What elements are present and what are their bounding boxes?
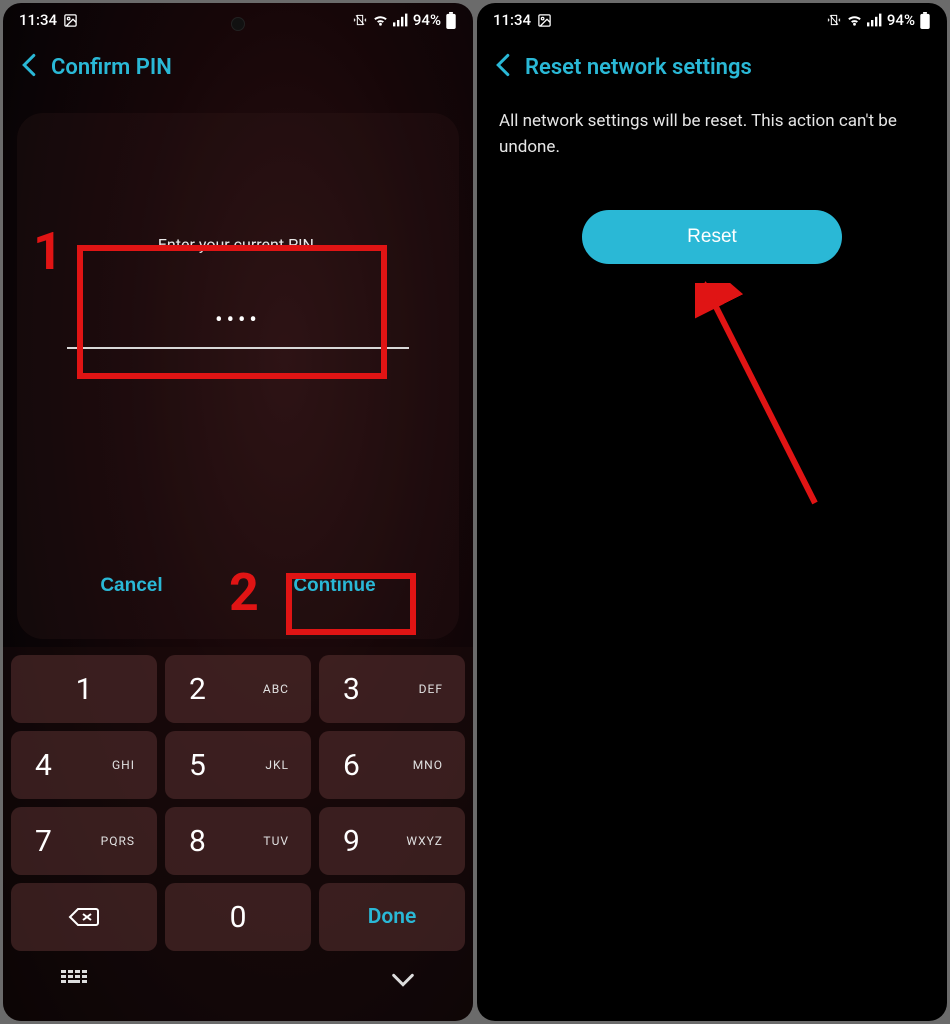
keyboard-switch-icon[interactable] bbox=[61, 969, 87, 993]
key-letters: PQRS bbox=[101, 834, 135, 848]
key-number: 5 bbox=[189, 748, 206, 783]
key-number: 8 bbox=[189, 824, 206, 859]
vibrate-icon bbox=[352, 12, 368, 28]
battery-icon bbox=[445, 12, 457, 29]
status-time: 11:34 bbox=[493, 11, 531, 29]
phone-screen-confirm-pin: 11:34 94% Confirm PIN bbox=[3, 3, 473, 1021]
battery-text: 94% bbox=[413, 11, 441, 29]
header: Confirm PIN bbox=[3, 33, 473, 95]
key-number: 2 bbox=[189, 672, 206, 707]
signal-icon bbox=[867, 13, 883, 27]
signal-icon bbox=[393, 13, 409, 27]
pin-input-masked[interactable]: •••• bbox=[215, 308, 261, 333]
status-bar: 11:34 94% bbox=[477, 3, 947, 33]
key-number: 6 bbox=[343, 748, 360, 783]
keypad-key-9[interactable]: 9 WXYZ bbox=[319, 807, 465, 875]
annotation-cursor-icon bbox=[693, 279, 720, 303]
wifi-icon bbox=[372, 13, 389, 27]
status-time: 11:34 bbox=[19, 11, 57, 29]
pin-underline bbox=[67, 347, 408, 349]
phone-screen-reset-network: 11:34 94% Reset network settings bbox=[477, 3, 947, 1021]
page-title: Confirm PIN bbox=[51, 55, 172, 80]
reset-button[interactable]: Reset bbox=[582, 210, 842, 264]
battery-icon bbox=[919, 12, 931, 29]
picture-icon bbox=[63, 13, 78, 28]
cancel-button[interactable]: Cancel bbox=[80, 565, 182, 607]
key-number: 7 bbox=[35, 824, 52, 859]
page-title: Reset network settings bbox=[525, 55, 752, 80]
pin-card: Enter your current PIN. •••• 1 Cancel Co… bbox=[17, 113, 459, 639]
keypad-key-3[interactable]: 3 DEF bbox=[319, 655, 465, 723]
key-letters: MNO bbox=[413, 758, 443, 772]
wifi-icon bbox=[846, 13, 863, 27]
back-icon[interactable] bbox=[495, 53, 511, 81]
reset-description: All network settings will be reset. This… bbox=[499, 109, 925, 160]
chevron-down-icon[interactable] bbox=[391, 972, 415, 991]
key-number: 4 bbox=[35, 748, 52, 783]
keypad-done[interactable]: Done bbox=[319, 883, 465, 951]
annotation-arrow-icon bbox=[695, 283, 835, 513]
keypad-key-6[interactable]: 6 MNO bbox=[319, 731, 465, 799]
key-letters: TUV bbox=[263, 834, 289, 848]
key-number: 9 bbox=[343, 824, 360, 859]
key-number: 0 bbox=[230, 900, 247, 935]
backspace-icon bbox=[68, 905, 100, 929]
continue-button[interactable]: Continue bbox=[273, 565, 395, 607]
keypad-key-7[interactable]: 7 PQRS bbox=[11, 807, 157, 875]
key-letters: JKL bbox=[265, 758, 289, 772]
pin-prompt-text: Enter your current PIN. bbox=[158, 235, 318, 254]
key-letters: DEF bbox=[419, 682, 443, 696]
keypad-key-5[interactable]: 5 JKL bbox=[165, 731, 311, 799]
done-label: Done bbox=[368, 905, 417, 929]
numeric-keypad: 1 2 ABC 3 DEF 4 GHI 5 JKL 6 MNO 7 PQRS 8 TUV 9 WXYZ 0 Done bbox=[3, 647, 473, 1021]
key-number: 3 bbox=[343, 672, 360, 707]
battery-text: 94% bbox=[887, 11, 915, 29]
picture-icon bbox=[537, 13, 552, 28]
header: Reset network settings bbox=[477, 33, 947, 95]
key-letters: WXYZ bbox=[406, 834, 443, 848]
keypad-key-8[interactable]: 8 TUV bbox=[165, 807, 311, 875]
keypad-key-2[interactable]: 2 ABC bbox=[165, 655, 311, 723]
back-icon[interactable] bbox=[21, 53, 37, 81]
key-letters: GHI bbox=[112, 758, 135, 772]
key-letters: ABC bbox=[263, 682, 289, 696]
vibrate-icon bbox=[826, 12, 842, 28]
keypad-key-4[interactable]: 4 GHI bbox=[11, 731, 157, 799]
key-number: 1 bbox=[76, 672, 93, 707]
keypad-backspace[interactable] bbox=[11, 883, 157, 951]
camera-hole bbox=[231, 17, 245, 31]
keypad-key-0[interactable]: 0 bbox=[165, 883, 311, 951]
keypad-key-1[interactable]: 1 bbox=[11, 655, 157, 723]
